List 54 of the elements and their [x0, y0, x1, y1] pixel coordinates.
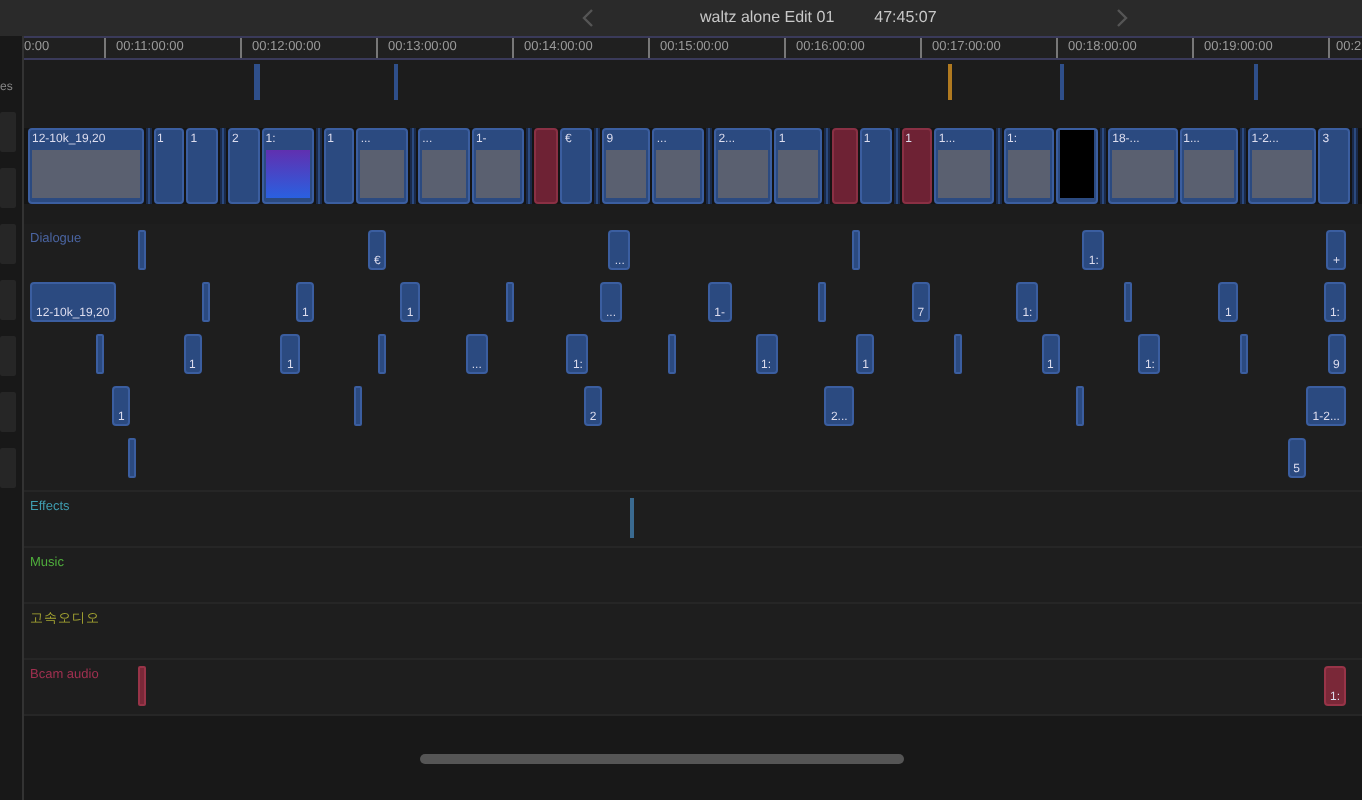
clip[interactable]: [534, 128, 559, 204]
clip[interactable]: [852, 230, 861, 270]
blank-frame: [1060, 130, 1095, 198]
clip[interactable]: [668, 334, 676, 374]
clip[interactable]: [138, 230, 146, 270]
photo-placeholder: [606, 150, 647, 198]
clip[interactable]: [1240, 334, 1248, 374]
clip[interactable]: [220, 128, 226, 204]
clip[interactable]: [378, 334, 387, 374]
clip[interactable]: [817, 282, 826, 322]
clip[interactable]: [893, 128, 900, 204]
clip[interactable]: [1076, 386, 1085, 426]
scrollbar-thumb[interactable]: [420, 753, 904, 763]
clip[interactable]: [706, 128, 713, 204]
clip[interactable]: [1124, 282, 1133, 322]
clip[interactable]: [954, 334, 962, 374]
timeline-duration: 47:45:07: [874, 6, 937, 30]
marker: [1254, 64, 1257, 100]
clip[interactable]: [526, 128, 533, 204]
photo-placeholder: [360, 150, 405, 198]
clip[interactable]: [410, 128, 417, 204]
clip[interactable]: [1351, 128, 1358, 204]
clip[interactable]: [128, 438, 136, 478]
clip[interactable]: [353, 386, 362, 426]
photo-placeholder: [778, 150, 819, 198]
photo-placeholder: [1251, 150, 1313, 198]
clip[interactable]: [145, 128, 151, 204]
color-block: [265, 150, 310, 198]
clip[interactable]: [995, 128, 1002, 204]
marker: [394, 64, 397, 100]
chevron-right-icon[interactable]: [1116, 8, 1129, 28]
marker: [1060, 64, 1063, 100]
photo-placeholder: [32, 150, 139, 198]
clip[interactable]: [315, 128, 322, 204]
timeline-title: waltz alone Edit 01: [700, 6, 835, 30]
clip[interactable]: [201, 282, 210, 322]
clip[interactable]: [832, 128, 858, 204]
photo-placeholder: [656, 150, 701, 198]
clip[interactable]: [824, 128, 831, 204]
photo-placeholder: [938, 150, 990, 198]
clip[interactable]: [1100, 128, 1107, 204]
clip[interactable]: [505, 282, 514, 322]
photo-placeholder: [1183, 150, 1234, 198]
clip[interactable]: [1056, 128, 1099, 204]
photo-placeholder: [475, 150, 521, 198]
photo-placeholder: [1112, 150, 1174, 198]
clip[interactable]: [138, 666, 146, 706]
clip[interactable]: [1239, 128, 1246, 204]
photo-placeholder: [422, 150, 466, 198]
chevron-left-icon[interactable]: [582, 8, 594, 28]
clip[interactable]: [96, 334, 104, 374]
clip[interactable]: [594, 128, 601, 204]
photo-placeholder: [1007, 150, 1051, 198]
photo-placeholder: [718, 150, 769, 198]
